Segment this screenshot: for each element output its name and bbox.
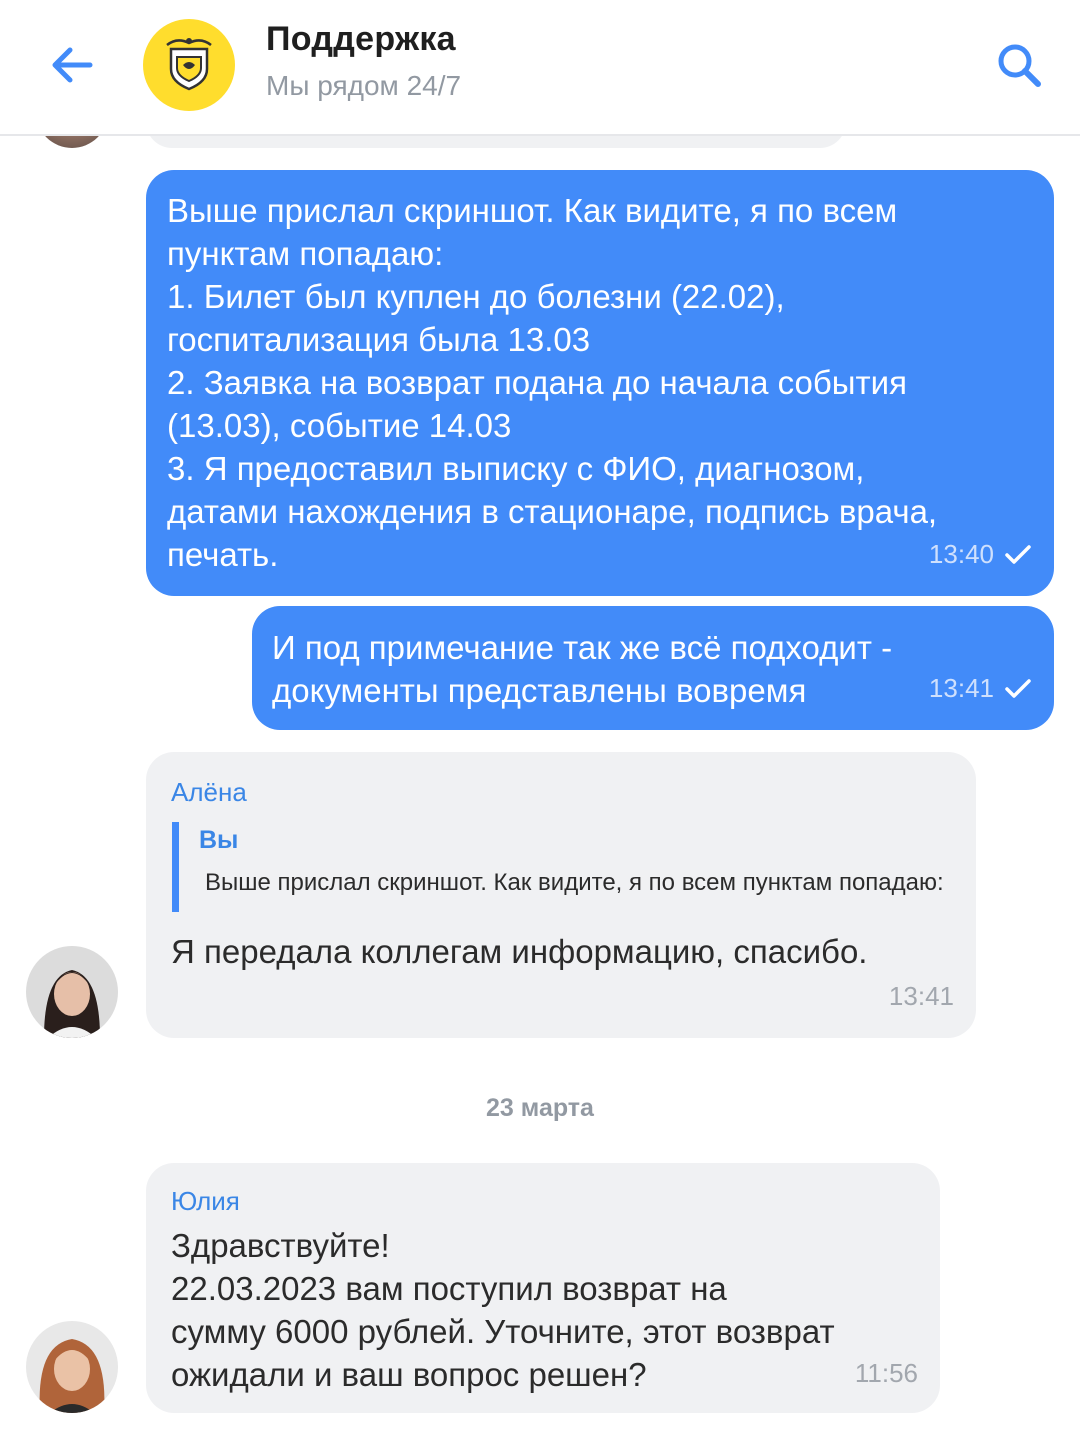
message-text: Я передала коллегам информацию, спасибо. [171,933,868,970]
message-meta: 13:41 [929,667,1032,710]
chat-header: Поддержка Мы рядом 24/7 [0,0,1080,136]
avatar[interactable] [26,1321,118,1413]
message-text: И под примечание так же всё подходит - д… [272,629,893,709]
user-photo [26,1321,118,1413]
emblem-icon [166,38,212,91]
quote-text: Выше прислал скриншот. Как видите, я по … [205,869,944,896]
message-time: 13:41 [928,673,994,703]
check-icon [1005,544,1031,564]
sender-name: Юлия [171,1186,240,1216]
message-outgoing[interactable]: И под примечание так же всё подходит - д… [252,606,1054,730]
message-time: 13:40 [928,539,994,569]
message-incoming[interactable]: Юлия Здравствуйте! 22.03.2023 вам поступ… [146,1163,940,1413]
back-button[interactable] [44,40,100,90]
search-button[interactable] [994,40,1046,92]
message-meta: 13:40 [929,533,1032,576]
avatar [36,136,108,148]
check-icon [1005,678,1031,698]
message-text: Выше прислал скриншот. Как видите, я по … [167,192,938,573]
message-time: 11:56 [854,1358,918,1388]
sender-name: Алёна [171,777,247,807]
quote-author: Вы [199,826,239,854]
message-bubble-partial [146,136,846,148]
message-text: Здравствуйте! 22.03.2023 вам поступил во… [171,1227,835,1393]
chat-title: Поддержка [266,20,456,58]
message-list[interactable]: Выше прислал скриншот. Как видите, я по … [0,136,1080,1430]
message-outgoing[interactable]: Выше прислал скриншот. Как видите, я по … [146,170,1054,596]
reply-quote[interactable]: Вы Выше прислал скриншот. Как видите, я … [172,822,962,912]
bank-emblem-logo[interactable] [143,19,235,111]
message-time: 13:41 [888,981,954,1011]
search-icon [998,44,1041,87]
message-incoming[interactable]: Алёна Вы Выше прислал скриншот. Как види… [146,752,976,1038]
user-photo [26,946,118,1038]
avatar[interactable] [26,946,118,1038]
chat-subtitle: Мы рядом 24/7 [266,70,462,101]
date-separator: 23 марта [486,1094,594,1122]
arrow-left-icon [52,47,93,83]
